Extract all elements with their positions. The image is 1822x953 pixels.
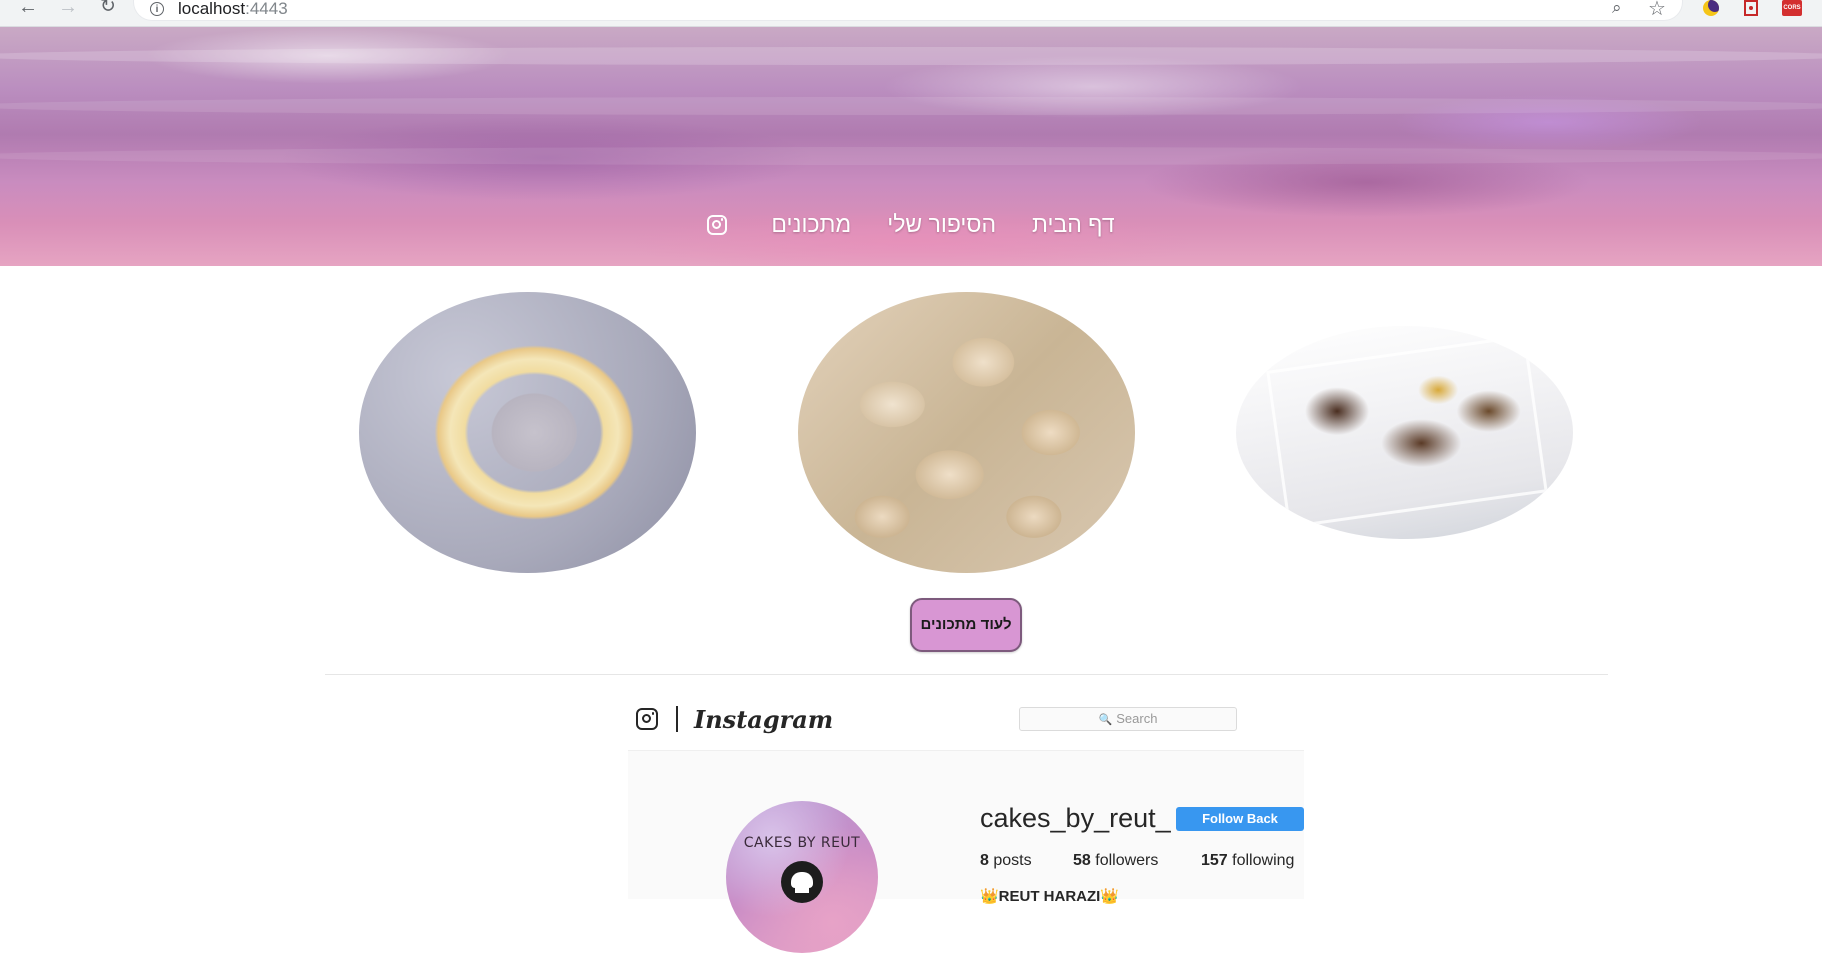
cookies-photo[interactable]: [798, 292, 1135, 573]
followers-count[interactable]: 58 followers: [1073, 852, 1158, 870]
extension-clip-icon[interactable]: [1744, 0, 1764, 16]
address-bar[interactable]: i localhost:4443 ⌕ ☆: [134, 0, 1682, 20]
banner-texture: [0, 147, 1822, 165]
hero-banner: דף הבית הסיפור שלי מתכונים: [0, 27, 1822, 266]
bookmark-star-icon[interactable]: ☆: [1648, 0, 1666, 21]
banner-texture: [0, 47, 1822, 65]
url-port: :4443: [245, 0, 288, 18]
reload-icon[interactable]: ↻: [94, 0, 122, 20]
browser-toolbar: ← → ↻ i localhost:4443 ⌕ ☆ CORS: [0, 0, 1822, 27]
info-icon[interactable]: i: [150, 2, 164, 16]
avatar-brand-text: CAKES BY REUT: [743, 835, 861, 851]
search-placeholder: Search: [1116, 711, 1158, 726]
extension-moon-icon[interactable]: [1703, 0, 1723, 16]
nav-link-recipes[interactable]: מתכונים: [771, 211, 851, 238]
cake-box-edge: [1266, 334, 1549, 529]
profile-username[interactable]: cakes_by_reut_: [980, 803, 1171, 834]
followers-label: followers: [1095, 852, 1159, 869]
posts-number: 8: [980, 852, 989, 869]
posts-count[interactable]: 8 posts: [980, 852, 1032, 870]
zoom-icon[interactable]: ⌕: [1612, 0, 1622, 18]
avatar[interactable]: CAKES BY REUT: [726, 801, 878, 953]
nav-link-home[interactable]: דף הבית: [1032, 211, 1115, 238]
instagram-icon[interactable]: [707, 214, 728, 235]
more-recipes-button[interactable]: לעוד מתכונים: [910, 598, 1022, 652]
chef-hat-icon: [781, 861, 823, 903]
instagram-profile: CAKES BY REUT cakes_by_reut_ Follow Back…: [628, 751, 1304, 953]
url-host: localhost: [178, 0, 246, 18]
posts-label: posts: [993, 852, 1032, 869]
profile-full-name: 👑REUT HARAZI👑: [980, 888, 1120, 905]
search-icon: 🔍: [1098, 714, 1113, 726]
url-text[interactable]: localhost:4443: [178, 0, 288, 19]
banner-texture: [0, 97, 1822, 115]
extension-cors-icon[interactable]: CORS: [1782, 0, 1802, 16]
forward-arrow-icon[interactable]: →: [54, 0, 82, 20]
following-label: following: [1232, 852, 1295, 869]
following-number: 157: [1201, 852, 1228, 869]
instagram-wordmark[interactable]: Instagram: [694, 705, 833, 734]
instagram-search-input[interactable]: 🔍 Search: [1019, 707, 1237, 731]
instagram-header: Instagram 🔍 Search: [628, 692, 1304, 751]
fruit-cream-cake-photo[interactable]: [359, 292, 696, 573]
back-arrow-icon[interactable]: ←: [14, 0, 42, 20]
followers-number: 58: [1073, 852, 1091, 869]
instagram-logo-icon[interactable]: [636, 708, 658, 730]
main-nav: דף הבית הסיפור שלי מתכונים: [0, 211, 1822, 238]
nav-link-my-story[interactable]: הסיפור שלי: [887, 211, 996, 238]
header-separator: [676, 706, 678, 732]
following-count[interactable]: 157 following: [1201, 852, 1294, 870]
section-divider: [325, 674, 1608, 675]
follow-back-button[interactable]: Follow Back: [1176, 807, 1304, 831]
chocolate-letter-cake-photo[interactable]: [1236, 326, 1573, 539]
